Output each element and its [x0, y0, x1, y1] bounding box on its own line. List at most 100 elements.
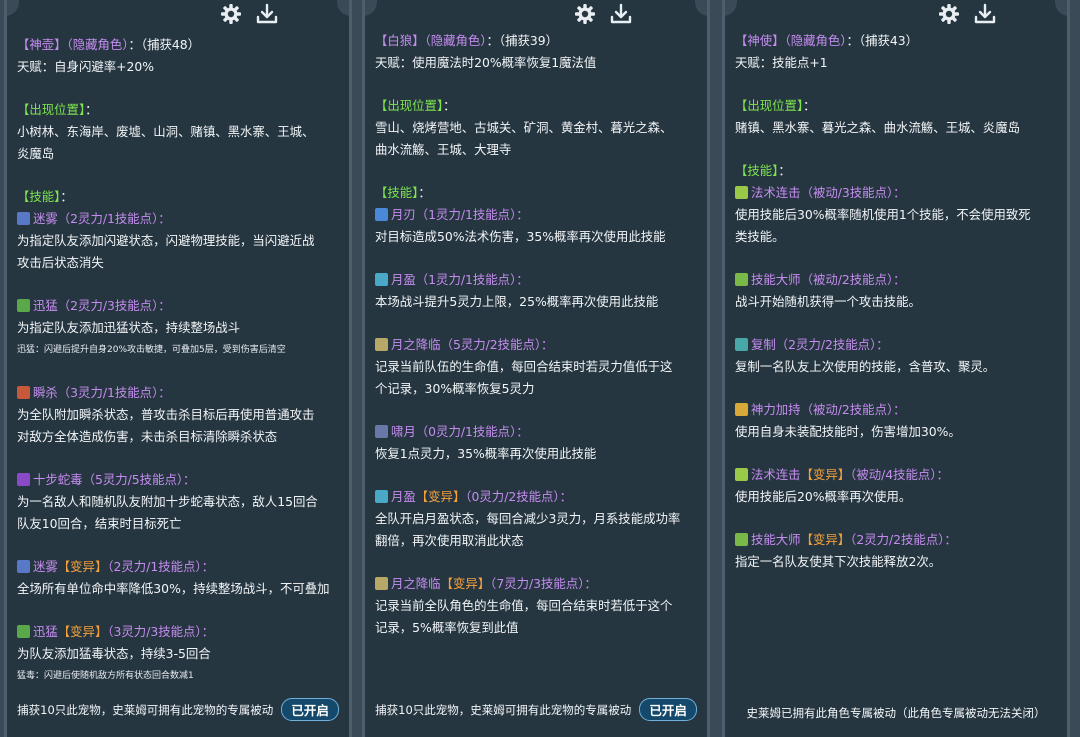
gear-icon[interactable]	[937, 3, 961, 25]
skill-heading: 月之降临【变异】（7灵力/3技能点）：	[375, 573, 701, 595]
panel-toolbar	[573, 3, 633, 25]
location-text: 小树林、东海岸、废墟、山洞、赌镇、黑水寨、王城、	[17, 124, 315, 139]
location-text: 雪山、烧烤营地、古城关、矿洞、黄金村、暮光之森、	[375, 120, 673, 135]
skill-desc: 战斗开始随机获得一个攻击技能。	[735, 294, 921, 309]
gear-icon[interactable]	[219, 3, 243, 25]
skill-desc: 类技能。	[735, 229, 785, 244]
skill-desc: 恢复1点灵力，35%概率再次使用此技能	[375, 446, 597, 461]
moon-descent-skill-icon	[375, 338, 388, 351]
footer-text: 捕获10只此宠物，史莱姆可拥有此宠物的专属被动	[375, 702, 632, 717]
role-header: 【白狼】（隐藏角色）：（捕获39）	[375, 33, 559, 48]
skill-desc: 为指定队友添加闪避状态，闪避物理技能，当闪避近战	[17, 233, 315, 248]
panel-footer: 捕获10只此宠物，史莱姆可拥有此宠物的专属被动 已开启	[7, 698, 349, 721]
skill-master-skill-icon	[735, 273, 748, 286]
skill-desc: 为指定队友添加迅猛状态，持续整场战斗	[17, 320, 241, 335]
skill-desc: 记录当前全队角色的生命值，每回合结束时若低于这个	[375, 598, 673, 613]
download-icon[interactable]	[255, 3, 279, 25]
location-text: 炎魔岛	[17, 146, 55, 161]
download-icon[interactable]	[609, 3, 633, 25]
spell-combo-skill-icon	[735, 186, 748, 199]
moon-full-skill-icon	[375, 273, 388, 286]
location-title: 【出现位置】：	[375, 98, 456, 113]
swift-skill-icon	[17, 625, 30, 638]
panel-content: 【神使】（隐藏角色）：（捕获43） 天赋：技能点+1 【出现位置】： 赌镇、黑水…	[735, 30, 1061, 573]
snake-venom-skill-icon	[17, 473, 30, 486]
moon-full-skill-icon	[375, 490, 388, 503]
howl-skill-icon	[375, 425, 388, 438]
footer-text: 捕获10只此宠物，史莱姆可拥有此宠物的专属被动	[17, 702, 274, 717]
location-text: 赌镇、黑水寨、暮光之森、曲水流觞、王城、炎魔岛	[735, 120, 1020, 135]
mist-skill-icon	[17, 212, 30, 225]
skill-heading: 月刃（1灵力/1技能点）：	[375, 204, 701, 226]
skill-heading: 十步蛇毒（5灵力/5技能点）：	[17, 469, 343, 491]
panel-footer: 史莱姆已拥有此角色专属被动（此角色专属被动无法关闭）	[725, 705, 1067, 721]
moon-blade-skill-icon	[375, 208, 388, 221]
panel-content: 【神壶】（隐藏角色）：（捕获48） 天赋：自身闪避率+20% 【出现位置】： 小…	[17, 34, 343, 687]
skill-desc: 全场所有单位命中率降低30%，持续整场战斗，不可叠加	[17, 581, 330, 596]
download-icon[interactable]	[973, 3, 997, 25]
footer-text: 史莱姆已拥有此角色专属被动（此角色专属被动无法关闭）	[746, 706, 1046, 720]
skill-desc: 复制一名队友上次使用的技能，含普攻、聚灵。	[735, 359, 996, 374]
skill-master-skill-icon	[735, 533, 748, 546]
skill-desc: 记录当前队伍的生命值，每回合结束时若灵力值低于这	[375, 359, 673, 374]
skill-heading: 神力加持（被动/2技能点）：	[735, 399, 1061, 421]
skill-desc: 个记录，30%概率恢复5灵力	[375, 381, 535, 396]
divine-power-skill-icon	[735, 403, 748, 416]
skill-heading: 啸月（0灵力/1技能点）：	[375, 421, 701, 443]
enabled-button[interactable]: 已开启	[281, 698, 339, 721]
location-title: 【出现位置】：	[735, 98, 816, 113]
skill-desc: 为一名敌人和随机队友附加十步蛇毒状态，敌人15回合	[17, 494, 318, 509]
skill-desc: 队友10回合，结束时目标死亡	[17, 516, 182, 531]
enabled-button[interactable]: 已开启	[639, 698, 697, 721]
talent-text: 天赋：自身闪避率+20%	[17, 59, 155, 74]
skills-title: 【技能】：	[375, 185, 431, 200]
skill-heading: 月之降临（5灵力/2技能点）：	[375, 334, 701, 356]
skill-desc: 对目标造成50%法术伤害，35%概率再次使用此技能	[375, 229, 666, 244]
copy-skill-icon	[735, 338, 748, 351]
skill-desc: 记录，5%概率恢复到此值	[375, 620, 519, 635]
skill-desc: 使用自身未装配技能时，伤害增加30%。	[735, 424, 961, 439]
skill-desc: 本场战斗提升5灵力上限，25%概率再次使用此技能	[375, 294, 659, 309]
skill-note: 迅猛：闪避后提升自身20%攻击敏捷，可叠加5层，受到伤害后清空	[17, 345, 286, 355]
mist-skill-icon	[17, 560, 30, 573]
skills-title: 【技能】：	[17, 189, 73, 204]
skill-heading: 技能大师【变异】（2灵力/2技能点）：	[735, 529, 1061, 551]
skill-desc: 指定一名队友使其下次技能释放2次。	[735, 554, 942, 569]
role-header: 【神壶】（隐藏角色）：（捕获48）	[17, 37, 201, 52]
panel-toolbar	[219, 3, 279, 25]
skill-desc: 对敌方全体造成伤害，未击杀目标清除瞬杀状态	[17, 429, 278, 444]
spell-combo-skill-icon	[735, 468, 748, 481]
panel-footer: 捕获10只此宠物，史莱姆可拥有此宠物的专属被动 已开启	[365, 698, 707, 721]
skill-desc: 使用技能后30%概率随机使用1个技能，不会使用致死	[735, 207, 1031, 222]
skill-heading: 月盈（1灵力/1技能点）：	[375, 269, 701, 291]
skill-heading: 迅猛【变异】（3灵力/3技能点）：	[17, 621, 343, 643]
talent-text: 天赋：技能点+1	[735, 55, 828, 70]
pet-panel-shenshi: 【神使】（隐藏角色）：（捕获43） 天赋：技能点+1 【出现位置】： 赌镇、黑水…	[722, 0, 1070, 737]
location-title: 【出现位置】：	[17, 102, 98, 117]
skill-heading: 迅猛（2灵力/3技能点）：	[17, 295, 343, 317]
swift-skill-icon	[17, 299, 30, 312]
skill-heading: 法术连击（被动/3技能点）：	[735, 182, 1061, 204]
pet-panel-shenhu: 【神壶】（隐藏角色）：（捕获48） 天赋：自身闪避率+20% 【出现位置】： 小…	[4, 0, 352, 737]
instant-kill-skill-icon	[17, 386, 30, 399]
skill-desc: 翻倍，再次使用取消此状态	[375, 533, 524, 548]
skill-desc: 全队开启月盈状态，每回合减少3灵力，月系技能成功率	[375, 511, 681, 526]
skill-heading: 瞬杀（3灵力/1技能点）：	[17, 382, 343, 404]
skills-title: 【技能】：	[735, 163, 791, 178]
skill-desc: 使用技能后20%概率再次使用。	[735, 489, 912, 504]
gear-icon[interactable]	[573, 3, 597, 25]
role-header: 【神使】（隐藏角色）：（捕获43）	[735, 33, 919, 48]
panel-toolbar	[937, 3, 997, 25]
pet-panel-bailang: 【白狼】（隐藏角色）：（捕获39） 天赋：使用魔法时20%概率恢复1魔法值 【出…	[362, 0, 710, 737]
skill-heading: 迷雾（2灵力/1技能点）：	[17, 208, 343, 230]
skill-heading: 月盈【变异】（0灵力/2技能点）：	[375, 486, 701, 508]
skill-heading: 复制（2灵力/2技能点）：	[735, 334, 1061, 356]
location-text: 曲水流觞、王城、大理寺	[375, 142, 512, 157]
skill-desc: 攻击后状态消失	[17, 255, 104, 270]
skill-note: 猛毒：闪避后使随机敌方所有状态回合数减1	[17, 671, 194, 681]
moon-descent-skill-icon	[375, 577, 388, 590]
skill-desc: 为全队附加瞬杀状态，普攻击杀目标后再使用普通攻击	[17, 407, 315, 422]
skill-desc: 为队友添加猛毒状态，持续3-5回合	[17, 646, 211, 661]
skill-heading: 技能大师（被动/2技能点）：	[735, 269, 1061, 291]
panel-content: 【白狼】（隐藏角色）：（捕获39） 天赋：使用魔法时20%概率恢复1魔法值 【出…	[375, 30, 701, 639]
